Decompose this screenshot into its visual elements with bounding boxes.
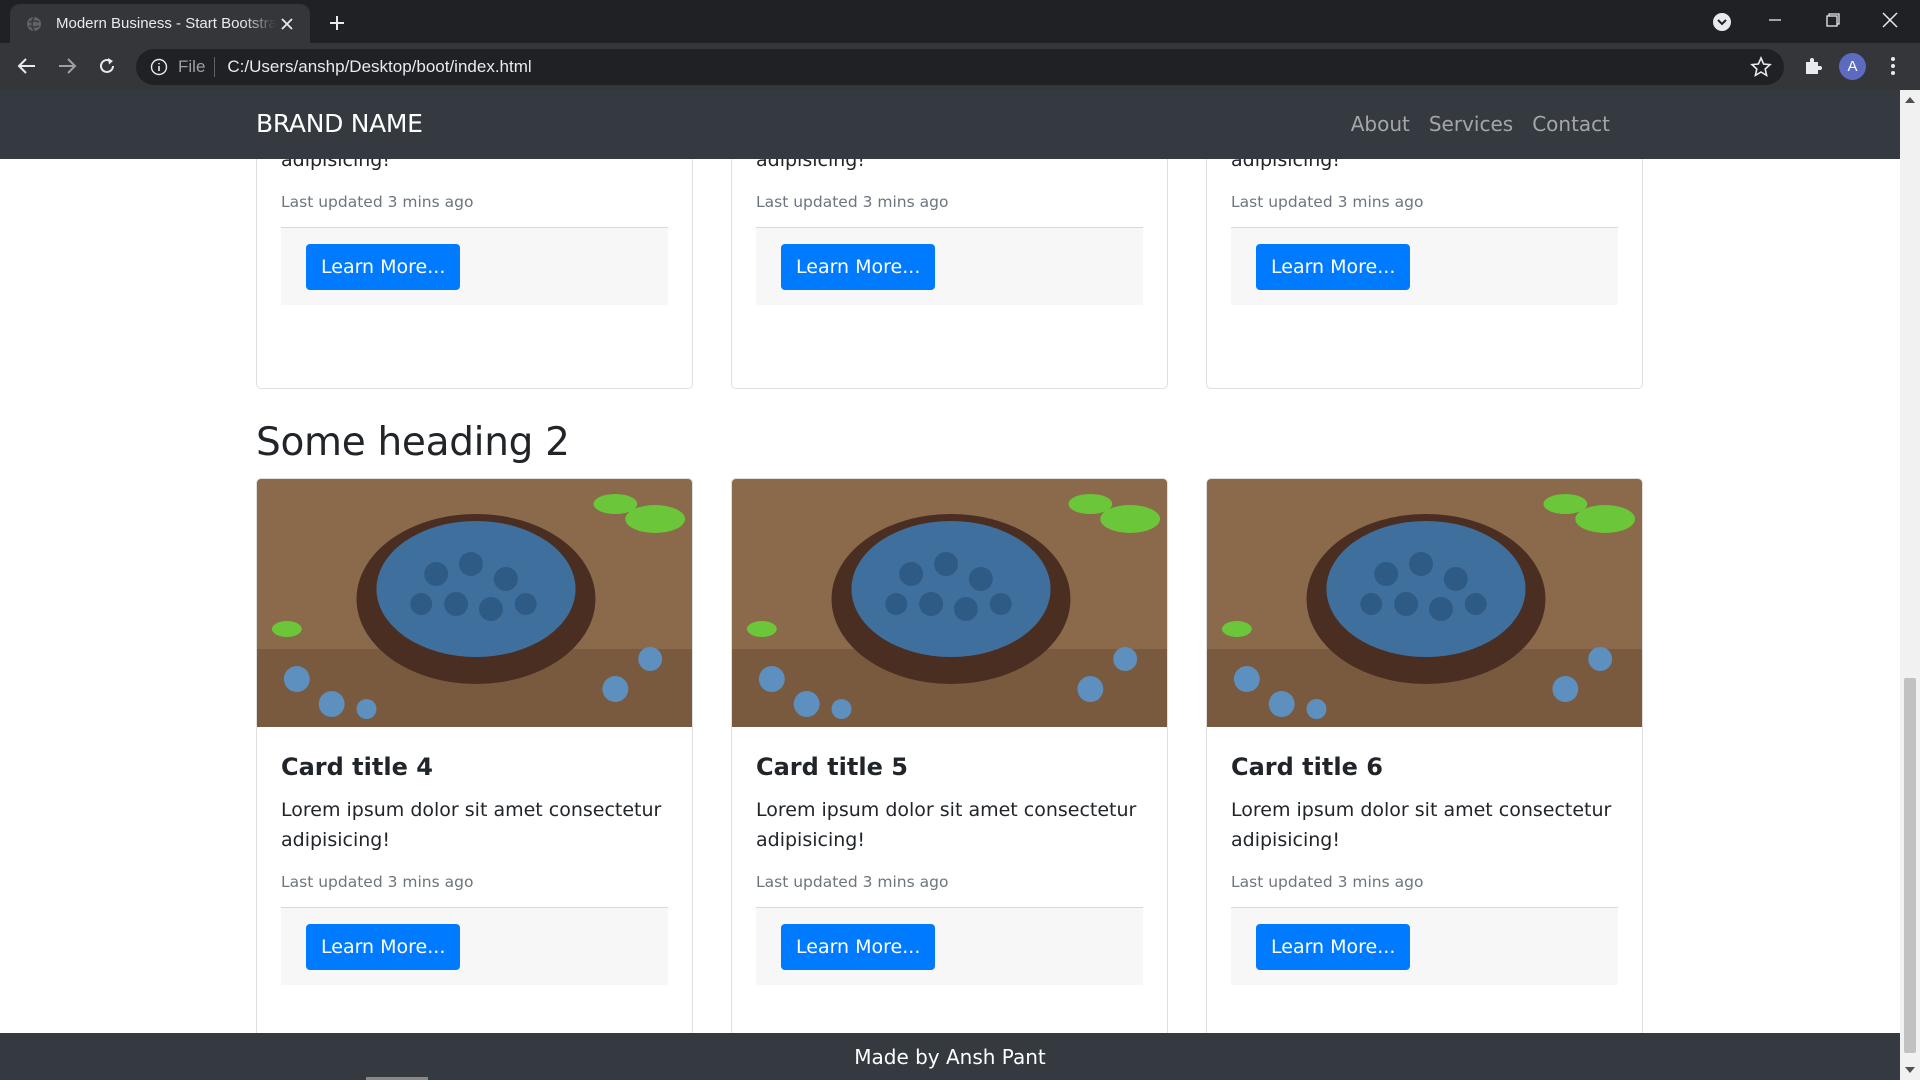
card-updated: Last updated 3 mins ago — [281, 193, 474, 211]
card-footer: Learn More... — [1231, 227, 1618, 305]
address-bar[interactable]: File C:/Users/anshp/Desktop/boot/index.h… — [136, 49, 1784, 85]
card-footer: Learn More... — [756, 227, 1143, 305]
site-navbar: BRAND NAME About Services Contact — [0, 90, 1900, 159]
browser-tab-strip: Modern Business - Start Bootstrap — [0, 0, 1920, 43]
browser-toolbar: File C:/Users/anshp/Desktop/boot/index.h… — [0, 43, 1920, 90]
card-footer: Learn More... — [281, 227, 668, 305]
reload-icon[interactable] — [90, 49, 124, 83]
url-scheme: File — [178, 57, 206, 76]
minimize-icon[interactable] — [1745, 0, 1805, 40]
more-menu-icon[interactable] — [1876, 49, 1910, 83]
learn-more-button[interactable]: Learn More... — [306, 924, 461, 970]
card-updated: Last updated 3 mins ago — [281, 873, 474, 891]
nav-link-contact[interactable]: Contact — [1532, 112, 1610, 136]
card-text: Lorem ipsum dolor sit amet consectetur a… — [1231, 799, 1612, 851]
brand-name[interactable]: BRAND NAME — [256, 109, 423, 138]
bookmark-star-icon[interactable] — [1750, 56, 1772, 78]
card: Card title 5 Lorem ipsum dolor sit amet … — [731, 478, 1168, 1058]
blueberries-image — [257, 479, 692, 727]
page-viewport: BRAND NAME About Services Contact Lorem … — [0, 90, 1900, 1080]
card-text: Lorem ipsum dolor sit amet consectetur a… — [281, 799, 662, 851]
tab-search-icon[interactable] — [1709, 9, 1735, 35]
url-divider — [214, 57, 216, 77]
card: Card title 6 Lorem ipsum dolor sit amet … — [1206, 478, 1643, 1058]
globe-icon — [26, 16, 42, 32]
new-tab-button[interactable] — [322, 8, 352, 38]
close-window-icon[interactable] — [1860, 0, 1920, 40]
card-title: Card title 5 — [756, 753, 908, 781]
blueberries-image — [1207, 479, 1642, 727]
nav-link-services[interactable]: Services — [1429, 112, 1513, 136]
scroll-down-arrow-icon[interactable] — [1900, 1060, 1920, 1080]
vertical-scrollbar[interactable] — [1900, 90, 1920, 1080]
card-footer: Learn More... — [1231, 907, 1618, 985]
learn-more-button[interactable]: Learn More... — [1256, 244, 1411, 290]
profile-avatar[interactable]: A — [1839, 53, 1866, 80]
url-text[interactable]: C:/Users/anshp/Desktop/boot/index.html — [227, 57, 531, 77]
restore-icon[interactable] — [1803, 0, 1863, 40]
extensions-puzzle-icon[interactable] — [1796, 49, 1830, 83]
blueberries-image — [732, 479, 1167, 727]
info-icon[interactable] — [150, 58, 168, 76]
learn-more-button[interactable]: Learn More... — [1256, 924, 1411, 970]
card: Card title 4 Lorem ipsum dolor sit amet … — [256, 478, 693, 1058]
card-footer: Learn More... — [756, 907, 1143, 985]
nav-links: About Services Contact — [1332, 112, 1610, 136]
forward-arrow-icon[interactable] — [50, 49, 84, 83]
browser-tab[interactable]: Modern Business - Start Bootstrap — [10, 4, 310, 43]
card-title: Card title 4 — [281, 753, 433, 781]
card-updated: Last updated 3 mins ago — [1231, 193, 1424, 211]
nav-link-about[interactable]: About — [1351, 112, 1410, 136]
learn-more-button[interactable]: Learn More... — [306, 244, 461, 290]
close-tab-icon[interactable] — [276, 13, 298, 35]
section-heading: Some heading 2 — [256, 420, 570, 465]
site-footer: Made by Ansh Pant — [0, 1033, 1900, 1080]
footer-text: Made by Ansh Pant — [854, 1044, 1046, 1069]
learn-more-button[interactable]: Learn More... — [781, 244, 936, 290]
card-updated: Last updated 3 mins ago — [756, 873, 949, 891]
card-footer: Learn More... — [281, 907, 668, 985]
tab-title: Modern Business - Start Bootstrap — [56, 15, 276, 32]
card-updated: Last updated 3 mins ago — [1231, 873, 1424, 891]
card-text: Lorem ipsum dolor sit amet consectetur a… — [756, 799, 1137, 851]
scrollbar-thumb[interactable] — [1904, 678, 1916, 1053]
learn-more-button[interactable]: Learn More... — [781, 924, 936, 970]
scroll-up-arrow-icon[interactable] — [1900, 90, 1920, 110]
card-title: Card title 6 — [1231, 753, 1383, 781]
card-updated: Last updated 3 mins ago — [756, 193, 949, 211]
back-arrow-icon[interactable] — [10, 49, 44, 83]
